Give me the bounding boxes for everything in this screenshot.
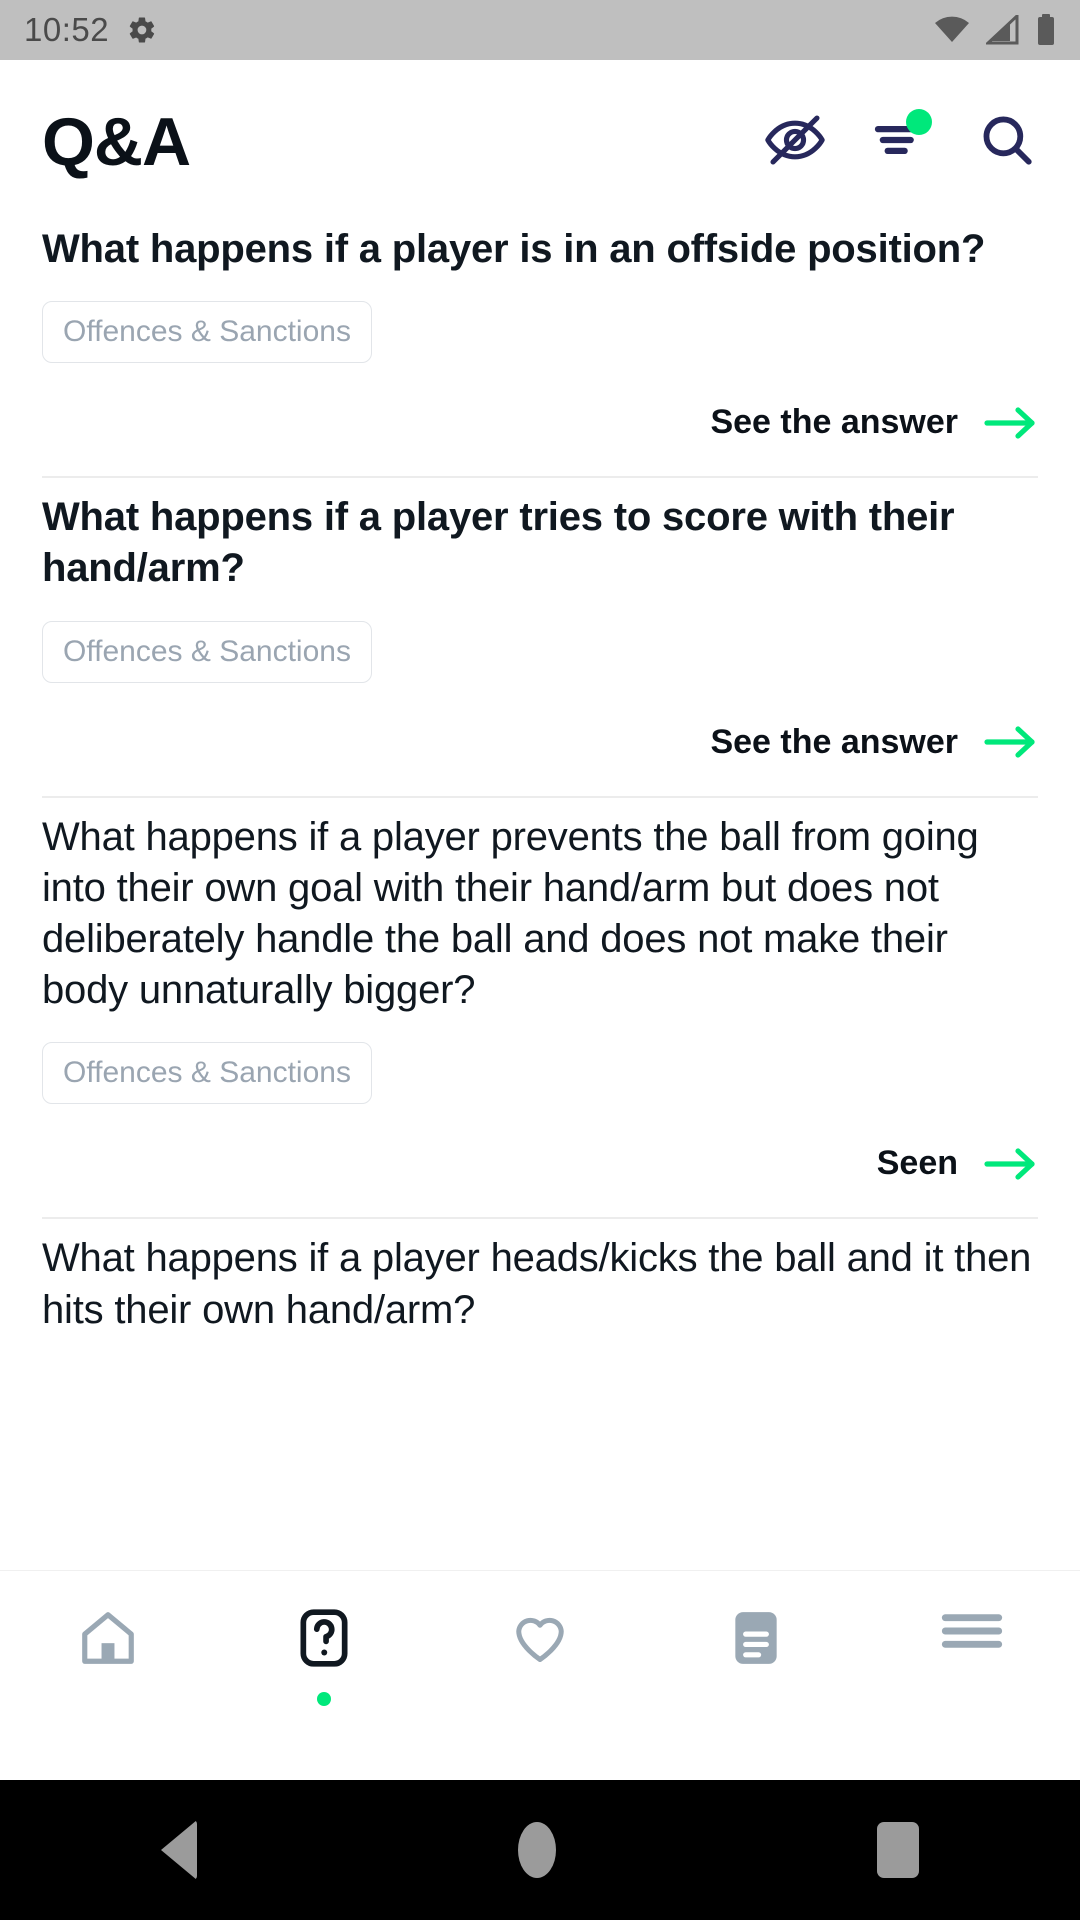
- arrow-right-icon: [984, 725, 1038, 759]
- filter-button[interactable]: [870, 109, 932, 173]
- status-bar-clock: 10:52: [24, 11, 110, 48]
- see-answer-label: See the answer: [710, 403, 958, 442]
- tab-qa[interactable]: [244, 1607, 404, 1706]
- wifi-icon: [934, 15, 970, 45]
- question-item[interactable]: What happens if a player is in an offsid…: [42, 210, 1038, 476]
- question-category-tag[interactable]: Offences & Sanctions: [42, 1042, 372, 1105]
- arrow-right-icon: [984, 1147, 1038, 1181]
- eye-slash-icon: [764, 109, 826, 176]
- android-nav-bar: [0, 1780, 1080, 1920]
- status-bar-left: 10:52: [24, 11, 157, 49]
- seen-button[interactable]: Seen: [42, 1144, 1038, 1217]
- seen-label: Seen: [876, 1144, 958, 1183]
- android-status-bar: 10:52: [0, 0, 1080, 60]
- app-root: 10:52 Q&A What happens if a player is in…: [0, 0, 1080, 1920]
- bottom-tab-bar: [0, 1570, 1080, 1780]
- search-button[interactable]: [976, 111, 1038, 173]
- question-text: What happens if a player is in an offsid…: [42, 227, 986, 271]
- magnifier-icon: [978, 111, 1036, 174]
- document-icon: [728, 1607, 784, 1674]
- question-list[interactable]: What happens if a player is in an offsid…: [0, 210, 1080, 1570]
- filter-badge-dot: [906, 109, 932, 135]
- question-text: What happens if a player prevents the ba…: [42, 814, 979, 1013]
- question-item[interactable]: What happens if a player tries to score …: [42, 478, 1038, 795]
- home-button[interactable]: [517, 1822, 556, 1878]
- list-bottom-fade: [0, 1500, 1080, 1570]
- home-icon: [75, 1607, 141, 1674]
- hide-answers-button[interactable]: [764, 111, 826, 173]
- header-actions: [764, 109, 1038, 173]
- battery-icon: [1036, 14, 1056, 46]
- tab-favourites[interactable]: [460, 1607, 620, 1704]
- see-answer-button[interactable]: See the answer: [42, 403, 1038, 476]
- tab-active-dot: [317, 1692, 331, 1706]
- see-answer-button[interactable]: See the answer: [42, 723, 1038, 796]
- question-item[interactable]: What happens if a player heads/kicks the…: [42, 1219, 1038, 1335]
- tab-news[interactable]: [676, 1607, 836, 1706]
- question-category-tag[interactable]: Offences & Sanctions: [42, 301, 372, 364]
- heart-icon: [508, 1607, 572, 1672]
- recents-button[interactable]: [877, 1822, 920, 1878]
- cellular-signal-icon: [986, 15, 1020, 45]
- question-category-tag[interactable]: Offences & Sanctions: [42, 620, 372, 683]
- arrow-right-icon: [984, 406, 1038, 440]
- back-button[interactable]: [160, 1820, 197, 1880]
- gear-icon: [127, 15, 157, 45]
- status-bar-right: [934, 14, 1056, 46]
- menu-lines-icon: [940, 1607, 1004, 1660]
- tab-more[interactable]: [892, 1607, 1052, 1692]
- question-text: What happens if a player tries to score …: [42, 495, 955, 591]
- question-item[interactable]: What happens if a player prevents the ba…: [42, 798, 1038, 1218]
- page-title: Q&A: [42, 104, 191, 180]
- question-text: What happens if a player heads/kicks the…: [42, 1236, 1032, 1332]
- see-answer-label: See the answer: [710, 722, 958, 761]
- question-box-icon: [294, 1607, 354, 1674]
- tab-home[interactable]: [28, 1607, 188, 1706]
- app-header: Q&A: [0, 60, 1080, 210]
